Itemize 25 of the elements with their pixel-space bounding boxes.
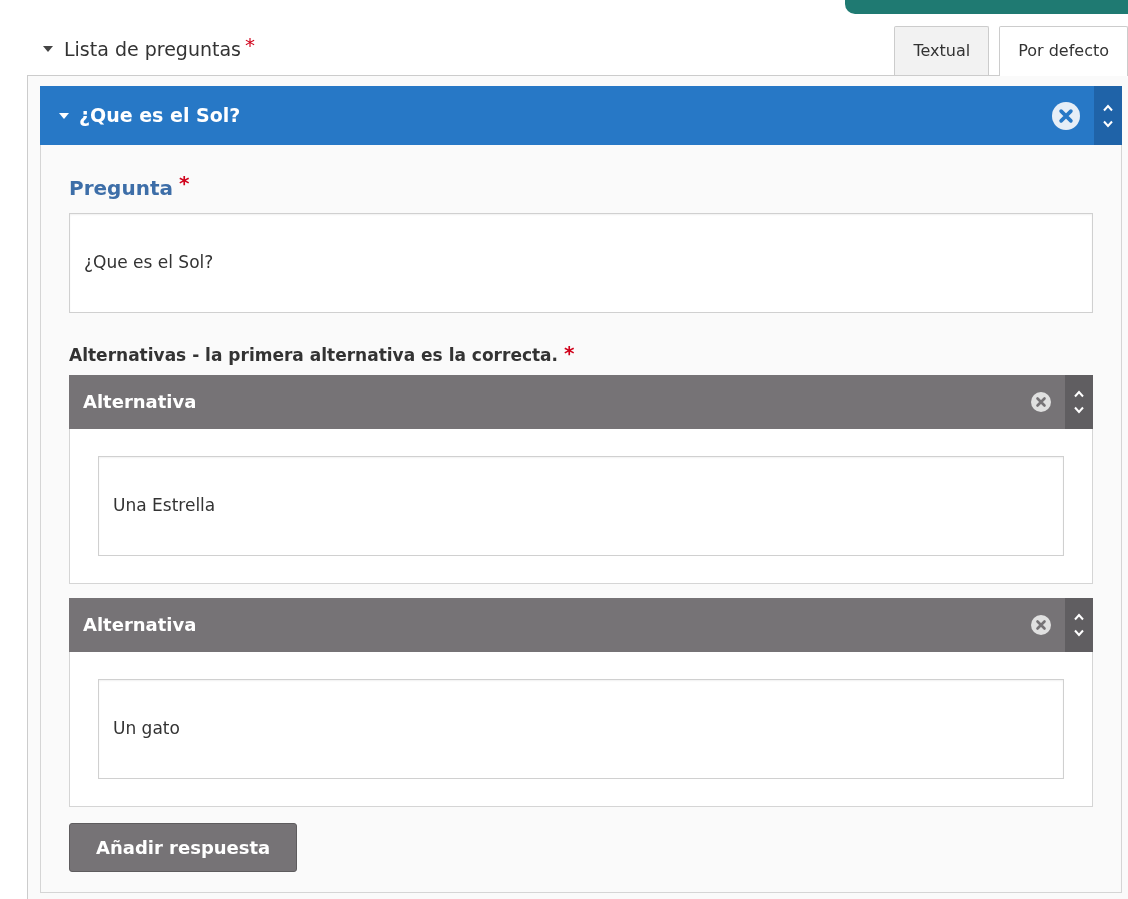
tab[interactable]: Textual (894, 26, 990, 75)
answer-input-field[interactable]: Un gato (98, 678, 1064, 779)
close-icon[interactable] (1052, 101, 1080, 130)
alternatives-label: Alternativas - la primera alternativa es la correcta. (69, 344, 559, 367)
chevron-down-icon[interactable] (1073, 628, 1085, 637)
chevron-down-icon[interactable] (1102, 119, 1114, 128)
field-label: Pregunta (69, 175, 173, 202)
alternative-title: Alternativa (82, 390, 198, 414)
question-title: ¿Que es el Sol? (79, 103, 241, 129)
chevron-up-icon[interactable] (1073, 612, 1085, 621)
close-icon[interactable] (1031, 391, 1051, 412)
answer-input-field[interactable]: Una Estrella (98, 455, 1064, 556)
alternative-title: Alternativa (82, 613, 198, 637)
question-header[interactable]: ¿Que es el Sol? (40, 86, 1122, 145)
question-input-field[interactable]: ¿Que es el Sol? (69, 213, 1093, 313)
chevron-up-icon[interactable] (1102, 103, 1114, 112)
section-title: Lista de preguntas (64, 36, 241, 62)
required-marker: * (244, 34, 255, 55)
chevron-down-icon[interactable] (1073, 405, 1085, 414)
chevron-up-icon[interactable] (1073, 389, 1085, 398)
required-marker: * (564, 343, 575, 363)
required-marker: * (178, 173, 190, 193)
tab[interactable]: Por defecto (999, 26, 1128, 76)
close-icon[interactable] (1031, 614, 1051, 635)
add-answer-button[interactable]: Añadir respuesta (69, 822, 298, 872)
